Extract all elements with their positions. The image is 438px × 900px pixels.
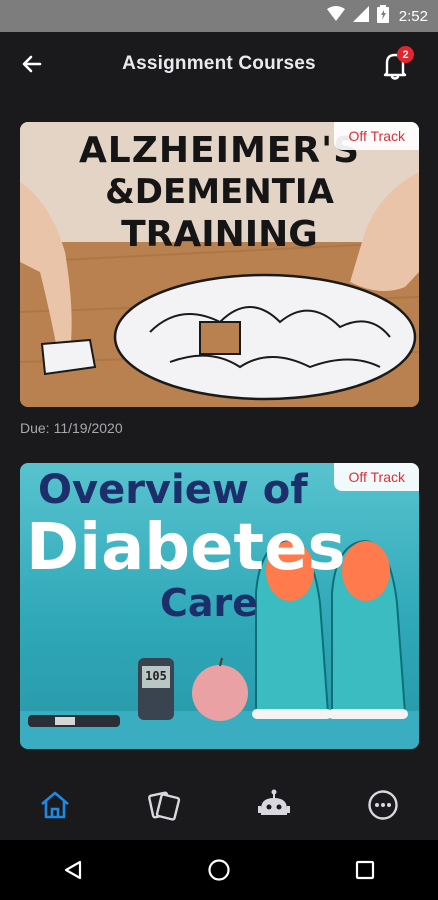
back-button[interactable] bbox=[18, 50, 46, 78]
course-title-line: Overview of bbox=[38, 467, 308, 513]
app-screen: 2:52 Assignment Courses 2 ALZHEIMER'S &D… bbox=[0, 0, 438, 900]
page-title: Assignment Courses bbox=[122, 53, 316, 74]
cards-icon bbox=[148, 791, 181, 821]
notification-badge: 2 bbox=[397, 46, 414, 63]
bottom-navigation bbox=[0, 770, 438, 840]
battery-icon bbox=[376, 4, 389, 28]
meter-reading: 105 bbox=[145, 669, 167, 683]
system-back-button[interactable] bbox=[51, 848, 95, 892]
status-badge: Off Track bbox=[334, 463, 419, 491]
status-bar: 2:52 bbox=[0, 0, 438, 32]
home-icon bbox=[40, 791, 69, 819]
course-title-line: Diabetes bbox=[26, 511, 346, 585]
course-card-diabetes[interactable]: Overview of Diabetes Care 105 Off Track bbox=[20, 463, 419, 749]
system-recents-button[interactable] bbox=[343, 848, 387, 892]
course-title-line: TRAINING bbox=[121, 214, 318, 255]
due-label: Due: bbox=[20, 420, 50, 436]
nav-home[interactable] bbox=[30, 780, 80, 830]
due-date: Due: 11/19/2020 bbox=[20, 420, 123, 436]
arrow-left-icon bbox=[22, 55, 42, 73]
status-time: 2:52 bbox=[398, 7, 428, 25]
signal-icon bbox=[352, 5, 369, 27]
notifications-button[interactable]: 2 bbox=[378, 46, 414, 82]
status-badge: Off Track bbox=[334, 122, 419, 150]
nav-more[interactable] bbox=[358, 780, 408, 830]
triangle-back-icon bbox=[64, 860, 82, 880]
nav-cards[interactable] bbox=[139, 780, 189, 830]
due-value: 11/19/2020 bbox=[53, 420, 123, 436]
square-recents-icon bbox=[355, 860, 375, 880]
circle-home-icon bbox=[208, 859, 230, 881]
nav-bot[interactable] bbox=[249, 780, 299, 830]
system-home-button[interactable] bbox=[197, 848, 241, 892]
system-navigation-bar bbox=[0, 840, 438, 900]
app-bar: Assignment Courses 2 bbox=[0, 32, 438, 96]
wifi-icon bbox=[326, 5, 345, 27]
more-icon bbox=[368, 790, 398, 820]
course-title-line: Care bbox=[160, 581, 259, 625]
course-title-line: &DEMENTIA bbox=[105, 172, 334, 212]
robot-icon bbox=[257, 789, 290, 815]
course-card-alzheimers[interactable]: ALZHEIMER'S &DEMENTIA TRAINING Off Track bbox=[20, 122, 419, 407]
